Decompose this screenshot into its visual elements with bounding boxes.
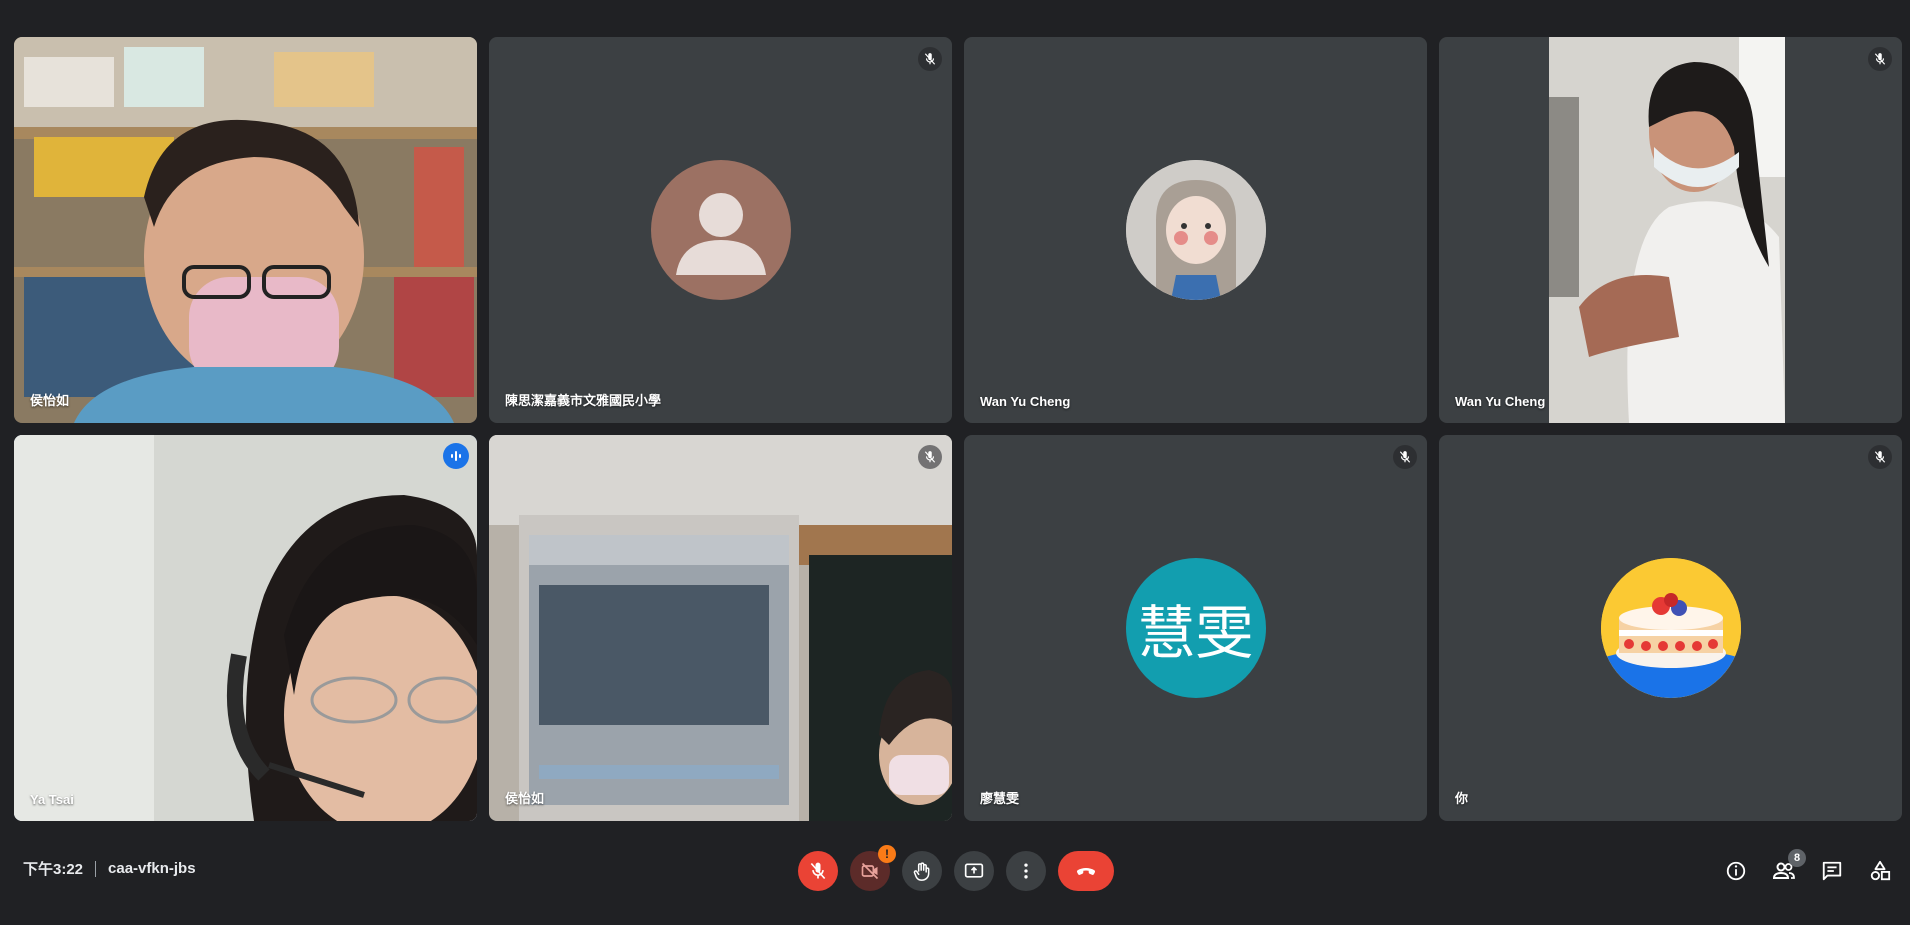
mic-off-icon (1393, 445, 1417, 469)
meeting-code: caa-vfkn-jbs (108, 860, 196, 877)
participant-tile[interactable]: 陳思潔嘉義市文雅國民小學 (489, 37, 952, 423)
participant-name: 你 (1455, 791, 1469, 806)
mic-off-icon (810, 862, 826, 880)
video-feed (14, 37, 477, 423)
hangup-icon (1076, 868, 1096, 875)
participant-name: Wan Yu Cheng (980, 394, 1071, 409)
mic-off-icon (918, 445, 942, 469)
info-icon (1726, 861, 1746, 881)
participant-tile[interactable]: Wan Yu Cheng (1439, 37, 1902, 423)
raise-hand-icon (913, 862, 930, 881)
mic-off-icon (918, 47, 942, 71)
divider (95, 860, 97, 877)
mic-off-icon (1868, 47, 1892, 71)
meeting-info: 下午3:22 caa-vfkn-jbs (23, 858, 196, 879)
raise-hand-button[interactable] (902, 851, 942, 891)
avatar (650, 160, 791, 300)
leave-call-button[interactable] (1058, 851, 1114, 891)
meeting-details-button[interactable] (1724, 851, 1748, 891)
mic-toggle-button[interactable] (798, 851, 838, 891)
more-options-button[interactable] (1006, 851, 1046, 891)
camera-toggle-button[interactable]: ! (850, 845, 896, 891)
meeting-time: 下午3:22 (23, 861, 84, 878)
shapes-icon (1870, 860, 1891, 881)
participant-tile[interactable]: 慧雯 廖慧雯 (964, 435, 1427, 821)
present-icon (964, 863, 984, 878)
people-count-badge: 8 (1788, 849, 1806, 867)
side-panel-controls: 8 (1724, 849, 1892, 891)
avatar-initials: 慧雯 (1125, 558, 1266, 698)
call-controls: ! (798, 845, 1114, 891)
camera-off-icon (861, 862, 879, 880)
warning-badge: ! (878, 845, 896, 863)
participant-name: 陳思潔嘉義市文雅國民小學 (505, 393, 662, 408)
participant-tile[interactable]: Ya Tsai (14, 435, 477, 821)
video-feed (14, 435, 477, 821)
mic-off-icon (1868, 445, 1892, 469)
participant-tile[interactable]: 侯怡如 (14, 37, 477, 423)
participant-name: 侯怡如 (30, 393, 70, 408)
participant-name: Ya Tsai (30, 792, 74, 807)
activities-button[interactable] (1868, 851, 1892, 891)
participant-name: 侯怡如 (505, 791, 545, 806)
participant-name: 廖慧雯 (980, 791, 1020, 806)
speaking-indicator-icon (443, 443, 469, 469)
avatar (1125, 160, 1266, 300)
video-feed (1549, 37, 1785, 423)
participant-grid: 侯怡如 陳思潔嘉義市文雅國民小學 Wan Yu Cheng Wan Yu Che… (14, 37, 1904, 821)
avatar (1600, 558, 1741, 698)
chat-button[interactable] (1820, 851, 1844, 891)
participant-tile[interactable]: 侯怡如 (489, 435, 952, 821)
more-vert-icon (1024, 863, 1028, 879)
chat-icon (1822, 861, 1842, 881)
participant-tile[interactable]: Wan Yu Cheng (964, 37, 1427, 423)
participant-name: Wan Yu Cheng (1455, 394, 1546, 409)
participant-tile[interactable]: 你 (1439, 435, 1902, 821)
people-button[interactable]: 8 (1772, 849, 1806, 891)
video-feed (489, 435, 952, 821)
bottom-bar: 下午3:22 caa-vfkn-jbs ! 8 (0, 821, 1910, 925)
present-screen-button[interactable] (954, 851, 994, 891)
